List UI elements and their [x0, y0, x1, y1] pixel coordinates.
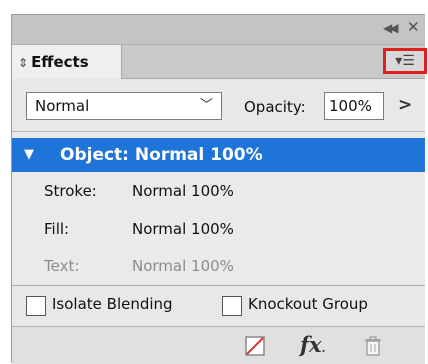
knockout-group-checkbox[interactable] — [222, 296, 242, 316]
list-item-label: Text: — [44, 257, 80, 275]
opacity-input[interactable]: 100% — [324, 92, 384, 120]
effects-panel: ◀◀ ✕ ⇕ Effects ▾☰ Normal ﹀ Opacity: 100% … — [11, 14, 427, 364]
tab-effects[interactable]: ⇕ Effects — [12, 45, 122, 79]
list-item-value: Normal 100% — [132, 220, 234, 238]
list-item-fill[interactable]: Fill: Normal 100% — [12, 212, 425, 246]
list-item-text[interactable]: Text: Normal 100% — [12, 249, 425, 283]
close-icon[interactable]: ✕ — [407, 18, 420, 36]
effects-target-list: ▼ Object: Normal 100% Stroke: Normal 100… — [12, 131, 425, 285]
panel-menu-icon: ▾☰ — [395, 53, 415, 69]
list-item-label: Object: Normal 100% — [60, 145, 263, 165]
sort-arrows-icon: ⇕ — [18, 56, 29, 70]
triangle-down-icon: ▼ — [24, 147, 34, 162]
panel-bottom-bar: fx. — [12, 327, 425, 364]
blend-mode-value: Normal — [35, 97, 90, 115]
isolate-blending-checkbox[interactable] — [26, 296, 46, 316]
list-item-stroke[interactable]: Stroke: Normal 100% — [12, 174, 425, 208]
list-item-label: Stroke: — [44, 182, 97, 200]
opacity-slider-arrow-icon[interactable]: > — [398, 95, 412, 115]
list-item-value: Normal 100% — [132, 182, 234, 200]
collapse-panel-icon[interactable]: ◀◀ — [383, 21, 399, 35]
isolate-blending-label: Isolate Blending — [52, 295, 173, 313]
tab-strip: ⇕ Effects ▾☰ — [12, 45, 427, 79]
list-item-object[interactable]: ▼ Object: Normal 100% — [12, 138, 425, 172]
list-item-label: Fill: — [44, 220, 70, 238]
chevron-down-icon: ﹀ — [199, 98, 213, 113]
panel-menu-button[interactable]: ▾☰ — [383, 48, 427, 74]
clear-effects-icon[interactable] — [244, 335, 266, 357]
knockout-group-label: Knockout Group — [248, 295, 368, 313]
panel-titlebar: ◀◀ ✕ — [12, 15, 425, 45]
tab-label: Effects — [31, 53, 89, 71]
fx-icon[interactable]: fx. — [300, 332, 325, 357]
list-item-value: Normal 100% — [132, 257, 234, 275]
blend-controls: Normal ﹀ Opacity: 100% > — [12, 79, 425, 131]
options-row: Isolate Blending Knockout Group — [12, 285, 425, 327]
blend-mode-select[interactable]: Normal ﹀ — [26, 92, 222, 120]
opacity-label: Opacity: — [244, 98, 306, 116]
trash-icon[interactable] — [362, 335, 384, 357]
